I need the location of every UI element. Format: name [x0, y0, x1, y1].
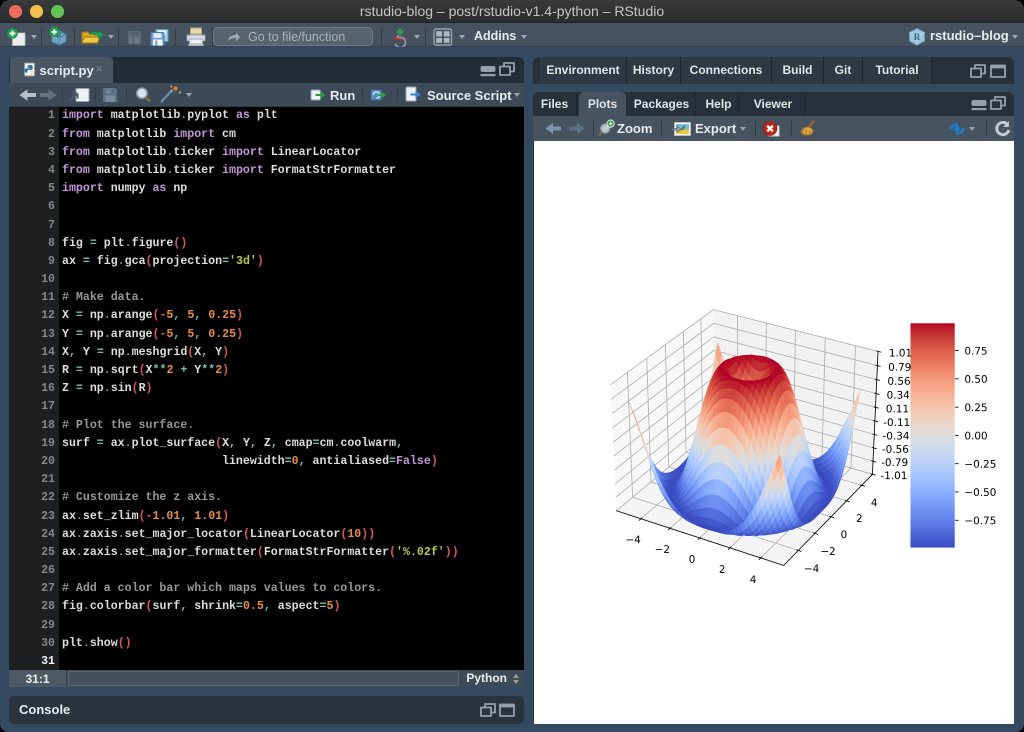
- svg-text:R: R: [914, 32, 921, 42]
